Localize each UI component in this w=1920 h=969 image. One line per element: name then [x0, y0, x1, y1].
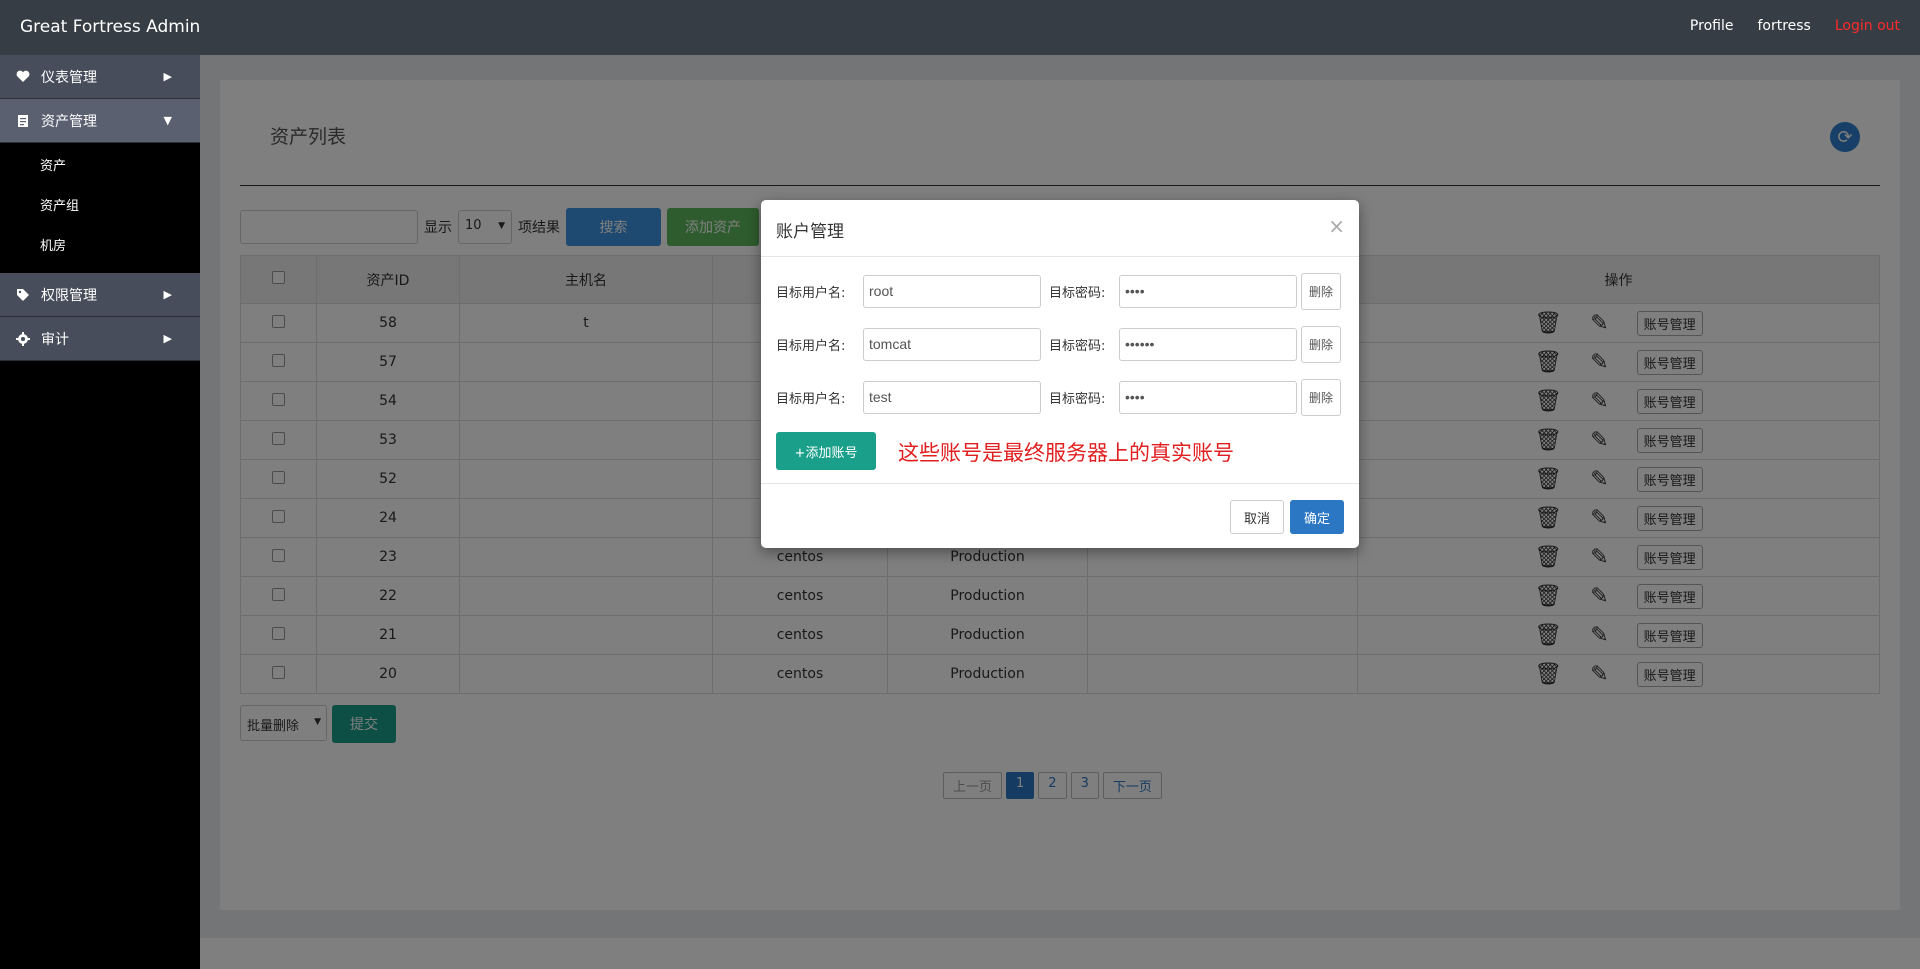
- sidebar-item-audit[interactable]: 审计 ▶: [0, 317, 200, 361]
- top-nav-links: Profile fortress Login out: [1690, 18, 1900, 34]
- sidebar-subitem-asset-groups[interactable]: 资产组: [0, 187, 200, 227]
- target-password-label: 目标密码:: [1049, 285, 1106, 301]
- username-link[interactable]: fortress: [1757, 18, 1810, 34]
- modal-footer-divider: [761, 483, 1359, 484]
- target-password-input[interactable]: [1119, 327, 1297, 361]
- gear-icon: [15, 331, 31, 347]
- annotation-note: 这些账号是最终服务器上的真实账号: [898, 441, 1234, 465]
- target-user-input[interactable]: [863, 274, 1041, 308]
- target-password-label: 目标密码:: [1049, 338, 1106, 354]
- top-navbar: Great Fortress Admin Profile fortress Lo…: [0, 0, 1920, 55]
- tag-icon: [15, 287, 31, 303]
- sidebar-subitem-assets[interactable]: 资产: [0, 147, 200, 187]
- account-management-modal: 账户管理 × 目标用户名: 目标密码: 删除 目标用户名: 目标密码: 删除 目…: [761, 200, 1359, 548]
- modal-title: 账户管理: [776, 222, 844, 242]
- cancel-button[interactable]: 取消: [1230, 500, 1284, 534]
- delete-account-button[interactable]: 删除: [1301, 272, 1341, 310]
- account-row: 目标用户名: 目标密码: 删除: [776, 378, 1341, 416]
- add-account-button[interactable]: +添加账号: [776, 432, 876, 470]
- target-password-label: 目标密码:: [1049, 391, 1106, 407]
- sidebar-item-permissions[interactable]: 权限管理 ▶: [0, 273, 200, 317]
- caret-right-icon: ▶: [163, 288, 172, 301]
- sidebar-item-label: 审计: [41, 331, 69, 348]
- target-user-label: 目标用户名:: [776, 391, 846, 407]
- sidebar-subitem-idc[interactable]: 机房: [0, 227, 200, 267]
- sidebar-item-label: 仪表管理: [41, 69, 97, 86]
- target-password-input[interactable]: [1119, 380, 1297, 414]
- profile-link[interactable]: Profile: [1690, 18, 1734, 34]
- account-row: 目标用户名: 目标密码: 删除: [776, 325, 1341, 363]
- modal-header: 账户管理 ×: [761, 200, 1359, 257]
- caret-down-icon: ▼: [163, 114, 172, 127]
- target-user-input[interactable]: [863, 327, 1041, 361]
- delete-account-button[interactable]: 删除: [1301, 378, 1341, 416]
- target-user-label: 目标用户名:: [776, 285, 846, 301]
- heart-icon: [15, 69, 31, 85]
- sidebar-item-dashboard[interactable]: 仪表管理 ▶: [0, 55, 200, 99]
- target-password-input[interactable]: [1119, 274, 1297, 308]
- document-icon: [15, 113, 31, 129]
- sidebar-item-label: 资产管理: [41, 113, 97, 130]
- close-icon[interactable]: ×: [1328, 214, 1345, 238]
- brand-title[interactable]: Great Fortress Admin: [20, 17, 200, 37]
- caret-right-icon: ▶: [163, 70, 172, 83]
- sidebar-item-label: 权限管理: [41, 287, 97, 304]
- sidebar-item-assets[interactable]: 资产管理 ▼: [0, 99, 200, 143]
- confirm-button[interactable]: 确定: [1290, 500, 1344, 534]
- logout-link[interactable]: Login out: [1835, 18, 1900, 34]
- sidebar: 仪表管理 ▶ 资产管理 ▼ 资产 资产组 机房 权限管理 ▶ 审计 ▶: [0, 55, 200, 969]
- account-row: 目标用户名: 目标密码: 删除: [776, 272, 1341, 310]
- target-user-input[interactable]: [863, 380, 1041, 414]
- target-user-label: 目标用户名:: [776, 338, 846, 354]
- caret-right-icon: ▶: [163, 332, 172, 345]
- delete-account-button[interactable]: 删除: [1301, 325, 1341, 363]
- assets-submenu: 资产 资产组 机房: [0, 143, 200, 273]
